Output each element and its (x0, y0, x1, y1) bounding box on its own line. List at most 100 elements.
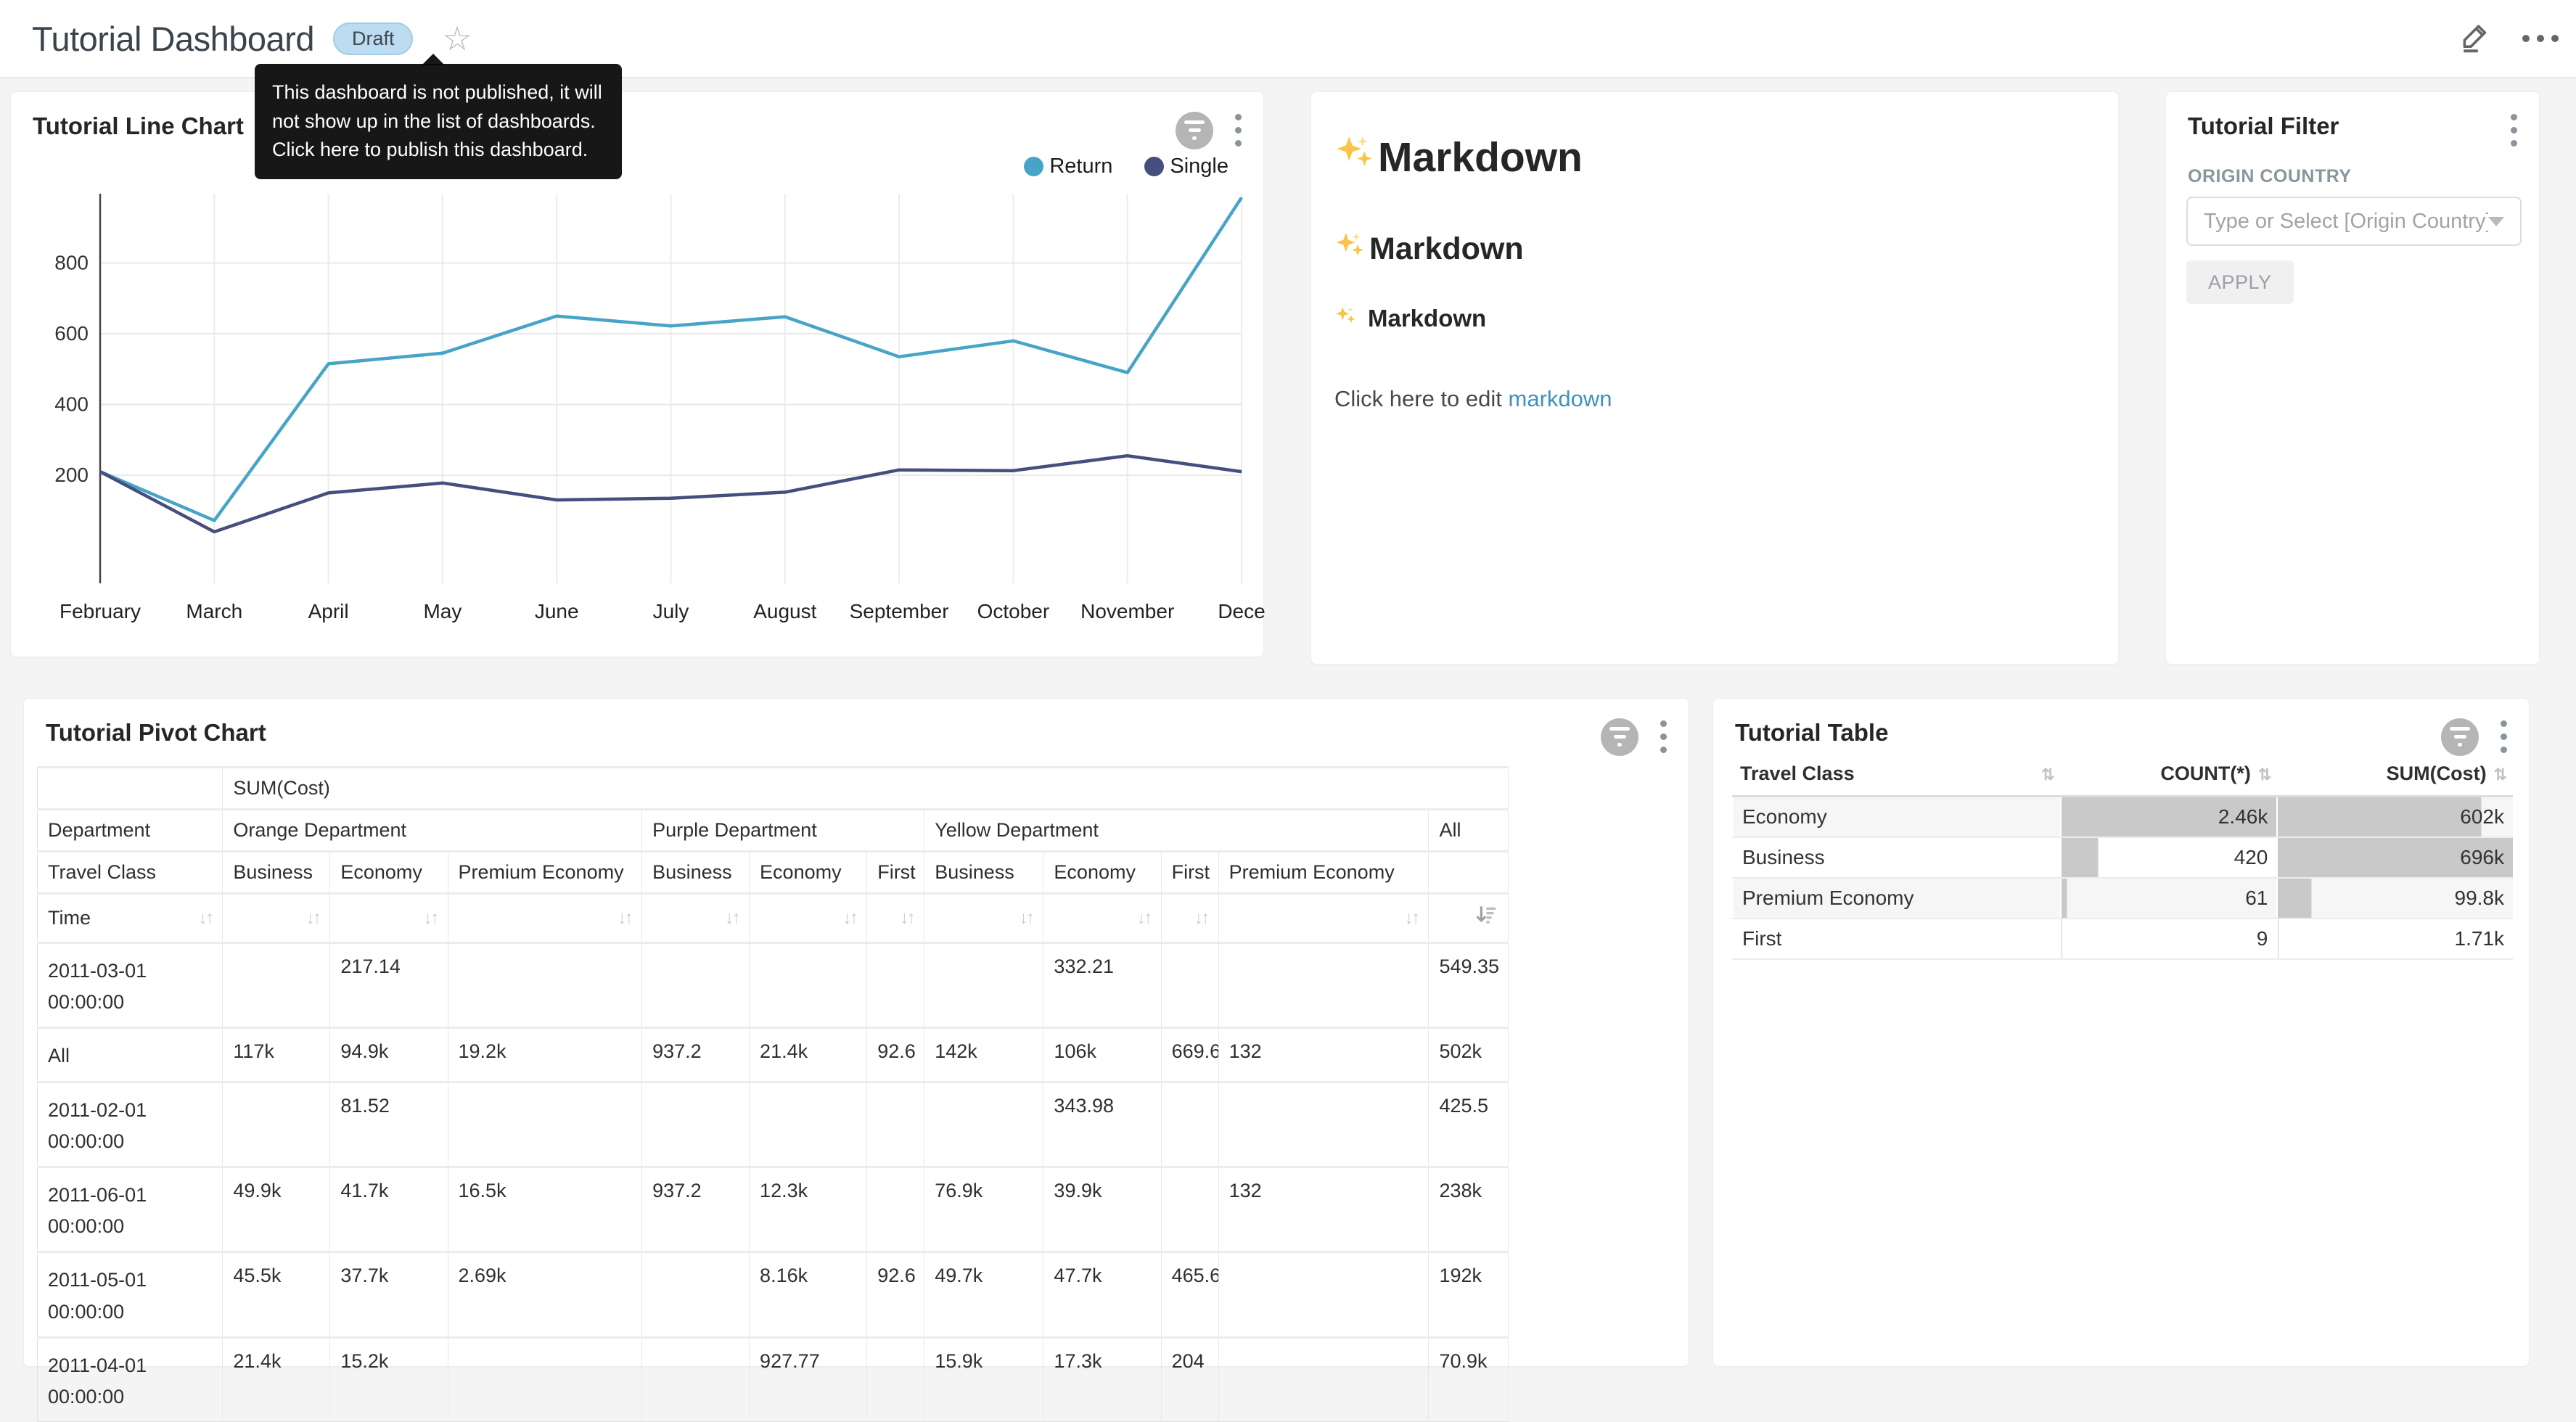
pivot-value-cell: 70.9k (1429, 1337, 1509, 1421)
more-vertical-icon[interactable] (2508, 111, 2520, 149)
pivot-value-cell (223, 943, 330, 1028)
sort-icon[interactable]: ⇅ (2494, 765, 2506, 784)
sort-icon[interactable]: ↓↑ (1137, 908, 1151, 929)
publish-tooltip[interactable]: This dashboard is not published, it will… (255, 64, 622, 179)
sparkles-icon (1334, 305, 1361, 332)
edit-dashboard-button[interactable] (2457, 20, 2492, 58)
sort-icon[interactable]: ⇅ (2041, 765, 2053, 784)
sort-icon[interactable]: ↓↑ (1404, 908, 1418, 929)
tutorial-filter-card: Tutorial Filter ORIGIN COUNTRY Type or S… (2165, 91, 2540, 665)
more-vertical-icon[interactable] (1657, 718, 1670, 756)
pivot-value-cell: 49.9k (223, 1167, 330, 1252)
legend-label: Return (1049, 155, 1112, 178)
count-cell: 9 (2061, 918, 2278, 959)
pivot-sort-cell: ↓↑ (642, 894, 750, 943)
header-actions (2457, 0, 2559, 77)
y-axis-tick: 400 (54, 393, 89, 416)
filter-indicator-icon[interactable] (2441, 718, 2479, 756)
sort-icon[interactable]: ↓↑ (725, 908, 739, 929)
markdown-h1: Markdown (1334, 133, 2095, 182)
tutorial-line-chart-card: Tutorial Line Chart ReturnSingle 2004006… (10, 91, 1264, 657)
column-header[interactable]: Travel Class⇅ (1733, 752, 2061, 797)
pivot-value-cell: 117k (223, 1028, 330, 1082)
sort-icon[interactable]: ↓↑ (424, 908, 438, 929)
edit-markdown-link[interactable]: markdown (1509, 386, 1612, 411)
page-title: Tutorial Dashboard (32, 19, 314, 59)
sort-icon[interactable]: ↓↑ (618, 908, 631, 929)
table-row[interactable]: Economy 2.46k 602k (1733, 797, 2513, 838)
pivot-value-cell: 142k (924, 1028, 1043, 1082)
table-row[interactable]: Business 420 696k (1733, 837, 2513, 878)
pivot-sort-row: Time↓↑↓↑↓↑↓↑↓↑↓↑↓↑↓↑↓↑↓↑↓↑ (38, 894, 1509, 943)
more-vertical-icon[interactable] (2498, 718, 2510, 756)
pivot-sort-cell: ↓↑ (1218, 894, 1429, 943)
pivot-value-cell: 425.5 (1429, 1082, 1509, 1167)
pivot-group-header: All (1429, 810, 1509, 852)
pivot-group-header: Orange Department (223, 810, 642, 852)
x-axis-tick: August (753, 600, 816, 622)
column-header[interactable]: COUNT(*)⇅ (2061, 752, 2278, 797)
pivot-data-row: 2011-03-0100:00:00217.14332.21549.35 (38, 943, 1509, 1028)
sort-icon[interactable]: ⇅ (2258, 765, 2270, 784)
markdown-card: Markdown Markdown Markdown Click here to… (1310, 91, 2119, 665)
draft-status-badge[interactable]: Draft (333, 22, 414, 55)
apply-button[interactable]: APPLY (2186, 260, 2294, 304)
pivot-value-cell: 92.6 (867, 1028, 924, 1082)
pivot-value-cell (642, 1252, 750, 1337)
x-axis-tick: February (60, 600, 141, 622)
legend-item[interactable]: Single (1144, 155, 1228, 178)
chart-legend: Return Single (1024, 155, 1228, 178)
sort-icon[interactable]: ↓↑ (305, 908, 319, 929)
travel-class-cell: First (1733, 918, 2061, 959)
pivot-value-cell: 217.14 (330, 943, 448, 1028)
pivot-value-cell: 204 (1161, 1337, 1218, 1421)
origin-country-select[interactable]: Type or Select [Origin Country] (2186, 197, 2522, 246)
column-header[interactable]: SUM(Cost)⇅ (2277, 752, 2513, 797)
pivot-value-cell (1161, 943, 1218, 1028)
count-cell: 2.46k (2061, 797, 2278, 838)
pivot-value-cell (867, 943, 924, 1028)
pivot-value-cell: 8.16k (750, 1252, 867, 1337)
sort-icon[interactable]: ↓↑ (1194, 908, 1208, 929)
tutorial-pivot-chart-card: Tutorial Pivot Chart SUM(Cost)Department… (23, 698, 1689, 1367)
pivot-value-cell (448, 943, 642, 1028)
sort-icon[interactable]: ↓↑ (198, 908, 212, 929)
sort-icon[interactable]: ↓↑ (1019, 908, 1033, 929)
pivot-value-cell (448, 1337, 642, 1421)
table-row[interactable]: First 9 1.71k (1733, 918, 2513, 959)
pivot-value-cell: 502k (1429, 1028, 1509, 1082)
pivot-row-label: 2011-04-0100:00:00 (38, 1337, 223, 1421)
sort-desc-icon[interactable] (1473, 903, 1498, 933)
pivot-value-cell (642, 1337, 750, 1421)
table-row[interactable]: Premium Economy 61 99.8k (1733, 878, 2513, 918)
x-axis-tick: October (977, 600, 1050, 622)
pivot-value-cell (867, 1082, 924, 1167)
pivot-value-cell: 21.4k (750, 1028, 867, 1082)
pivot-value-cell: 17.3k (1043, 1337, 1161, 1421)
legend-dot (1144, 157, 1164, 176)
filter-indicator-icon[interactable] (1601, 718, 1638, 756)
pivot-subcolumn-header: First (1161, 852, 1218, 894)
pivot-class-row: Travel ClassBusinessEconomyPremium Econo… (38, 852, 1509, 894)
pivot-value-cell: 49.7k (924, 1252, 1043, 1337)
pivot-value-cell (750, 1082, 867, 1167)
pivot-value-cell (1218, 1337, 1429, 1421)
pivot-value-cell (1218, 943, 1429, 1028)
pivot-metric-header: SUM(Cost) (223, 768, 1509, 810)
pivot-row-label: 2011-02-0100:00:00 (38, 1082, 223, 1167)
sort-icon[interactable]: ↓↑ (900, 908, 914, 929)
sort-icon[interactable]: ↓↑ (842, 908, 856, 929)
pivot-time-header: Time↓↑ (38, 894, 223, 943)
pivot-value-cell (223, 1082, 330, 1167)
pivot-value-cell (1161, 1167, 1218, 1252)
legend-item[interactable]: Return (1024, 155, 1112, 178)
pivot-row-label: 2011-03-0100:00:00 (38, 943, 223, 1028)
pivot-group-header: Purple Department (642, 810, 924, 852)
favorite-star-icon[interactable]: ☆ (442, 22, 472, 55)
pivot-value-cell: 669.6 (1161, 1028, 1218, 1082)
more-horizontal-icon[interactable] (2522, 35, 2559, 42)
x-axis-tick: June (535, 600, 579, 622)
sum-cell: 696k (2277, 837, 2513, 878)
x-axis-tick: March (186, 600, 242, 622)
pivot-value-cell (924, 943, 1043, 1028)
